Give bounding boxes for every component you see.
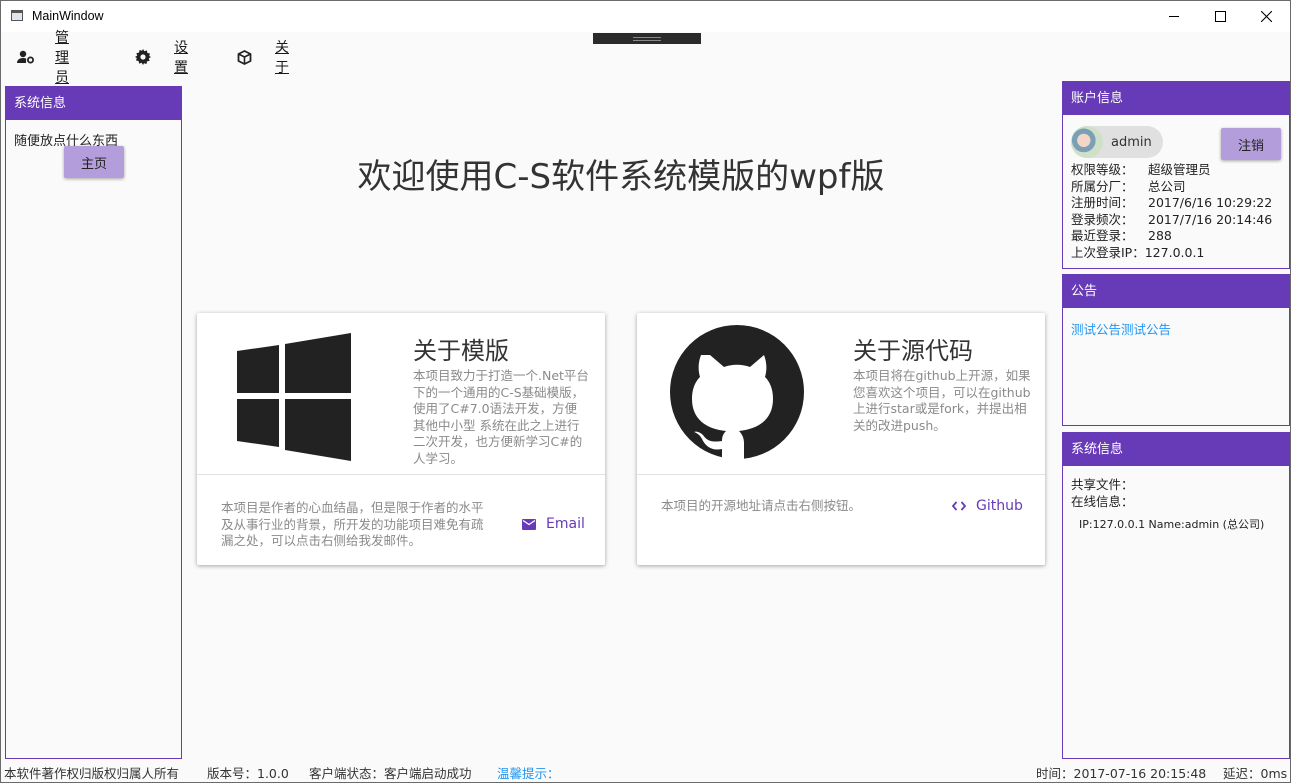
username: admin — [1111, 134, 1152, 150]
about-template-desc: 本项目致力于打造一个.Net平台下的一个通用的C-S基础模版，使用了C#7.0语… — [413, 368, 589, 466]
about-template-card: 关于模版 本项目致力于打造一个.Net平台下的一个通用的C-S基础模版，使用了C… — [197, 313, 605, 565]
shared-files-label: 共享文件： — [1071, 477, 1134, 492]
left-system-panel: 系统信息 随便放点什么东西 主页 — [5, 86, 182, 759]
about-template-title: 关于模版 — [413, 337, 509, 365]
maximize-icon — [1214, 11, 1226, 22]
card-divider — [637, 474, 1045, 475]
left-panel-title: 系统信息 — [6, 87, 181, 120]
title-bar: MainWindow — [1, 1, 1290, 32]
welcome-title: 欢迎使用C-S软件系统模版的wpf版 — [357, 157, 885, 197]
main-window: MainWindow 管理员 设置 关于 系统信息 随便放点什么东西 主页 欢迎… — [0, 0, 1291, 783]
github-button[interactable]: Github — [952, 498, 1023, 514]
about-source-card: 关于源代码 本项目将在github上开源，如果您喜欢这个项目，可以在github… — [637, 313, 1045, 565]
gear-icon — [135, 48, 151, 66]
close-icon — [1260, 11, 1272, 22]
copyright-text: 本软件著作权归版权归属人所有 — [4, 766, 180, 781]
delay-text: 延迟：0ms — [1223, 766, 1288, 781]
menu-settings-label: 设置 — [174, 40, 188, 76]
tip-text: 温馨提示： — [497, 766, 560, 781]
info-row-last-ip: 上次登录IP：127.0.0.1 — [1071, 245, 1205, 260]
code-icon — [952, 501, 966, 511]
menu-about[interactable]: 关于 — [237, 40, 292, 76]
online-entry: IP:127.0.0.1 Name:admin (总公司) — [1079, 518, 1265, 531]
email-button-label: Email — [546, 516, 585, 532]
drag-handle[interactable] — [593, 33, 701, 44]
minimize-button[interactable] — [1151, 1, 1197, 32]
email-button[interactable]: Email — [522, 516, 585, 532]
app-icon — [11, 10, 23, 21]
user-chip[interactable]: admin — [1071, 126, 1163, 158]
status-bar: 本软件著作权归版权归属人所有 版本号：1.0.0 客户端状态：客户端启动成功 温… — [1, 761, 1290, 782]
github-button-label: Github — [976, 498, 1023, 514]
notice-panel: 公告 测试公告测试公告 — [1062, 274, 1290, 426]
time-text: 时间：2017-07-16 20:15:48 — [1036, 766, 1207, 781]
user-settings-icon — [17, 48, 35, 66]
menu-settings[interactable]: 设置 — [135, 40, 190, 76]
windows-logo-icon — [237, 333, 351, 461]
window-title: MainWindow — [32, 9, 104, 23]
minimize-icon — [1169, 16, 1179, 17]
menu-admin-label: 管理员 — [55, 30, 69, 86]
github-logo-icon — [670, 325, 804, 459]
notice-panel-title: 公告 — [1063, 275, 1289, 308]
maximize-button[interactable] — [1197, 1, 1243, 32]
system-info-title: 系统信息 — [1063, 433, 1289, 466]
about-source-footer: 本项目的开源地址请点击右侧按钮。 — [661, 498, 862, 513]
avatar — [1071, 126, 1103, 158]
client-status-text: 客户端状态：客户端启动成功 — [309, 766, 472, 781]
card-divider — [197, 474, 605, 475]
info-row-permission: 权限等级： 超级管理员 — [1071, 162, 1211, 177]
info-row-last-login: 最近登录： 288 — [1071, 228, 1172, 243]
system-info-panel: 系统信息 共享文件： 在线信息： IP:127.0.0.1 Name:admin… — [1062, 432, 1290, 759]
cube-icon — [237, 48, 252, 66]
version-text: 版本号：1.0.0 — [207, 766, 289, 781]
home-button[interactable]: 主页 — [64, 146, 124, 178]
close-button[interactable] — [1243, 1, 1289, 32]
about-source-desc: 本项目将在github上开源，如果您喜欢这个项目，可以在github上进行sta… — [853, 368, 1031, 433]
account-panel: 账户信息 admin 注销 权限等级： 超级管理员 所属分厂： 总公司 注册时间： 2… — [1062, 81, 1290, 269]
about-template-footer: 本项目是作者的心血结晶，但是限于作者的水平及从事行业的背景，所开发的功能项目难免… — [221, 500, 484, 548]
email-icon — [522, 518, 536, 530]
info-row-login-frequency: 登录频次： 2017/7/16 20:14:46 — [1071, 212, 1273, 227]
menu-admin[interactable]: 管理员 — [17, 30, 69, 86]
online-info-label: 在线信息： — [1071, 494, 1134, 509]
info-row-register-time: 注册时间： 2017/6/16 10:29:22 — [1071, 195, 1273, 210]
logout-button[interactable]: 注销 — [1221, 128, 1281, 160]
info-row-branch: 所属分厂： 总公司 — [1071, 179, 1186, 194]
notice-link[interactable]: 测试公告测试公告 — [1071, 319, 1171, 338]
account-panel-title: 账户信息 — [1063, 82, 1289, 115]
about-source-title: 关于源代码 — [853, 337, 973, 365]
menu-about-label: 关于 — [275, 40, 289, 76]
